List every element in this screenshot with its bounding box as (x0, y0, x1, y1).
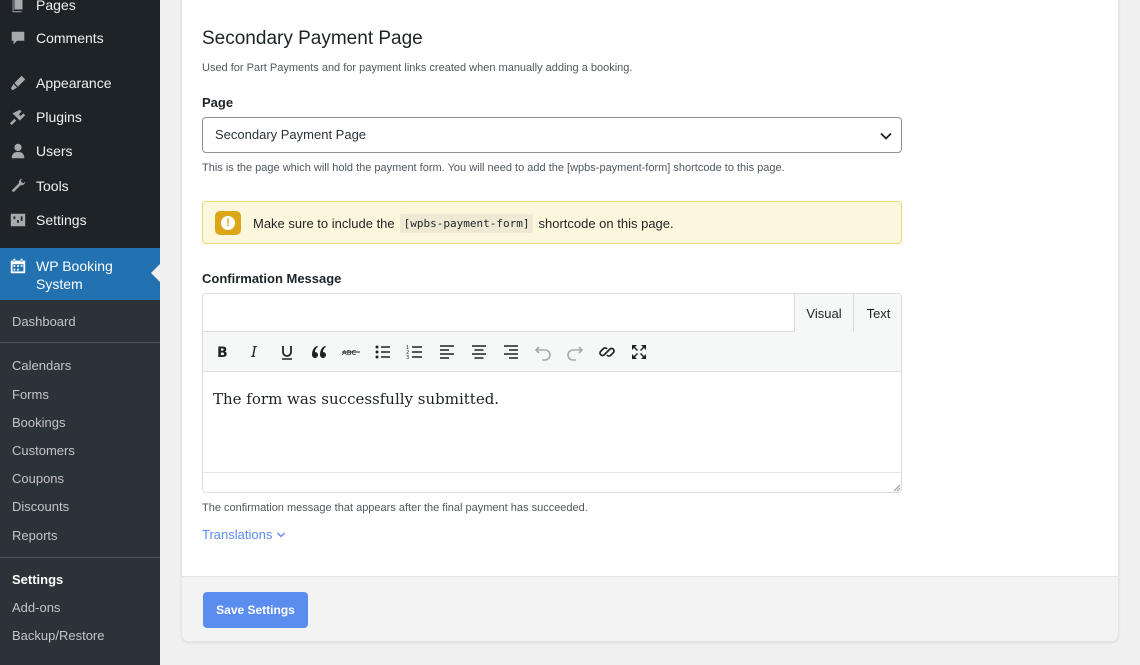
editor-statusbar (203, 472, 901, 492)
settings-icon (0, 211, 36, 229)
appearance-icon (0, 74, 36, 92)
sidebar-item-wp-booking-system[interactable]: WP Booking System (0, 248, 160, 300)
confirmation-label: Confirmation Message (202, 271, 342, 286)
sidebar-item-users[interactable]: Users (0, 134, 160, 168)
sidebar-item-label: Users (36, 143, 73, 159)
redo-icon[interactable] (565, 342, 585, 362)
page-field-label: Page (202, 95, 234, 110)
translations-toggle[interactable]: Translations (202, 527, 286, 542)
sidebar-item-label: Settings (36, 212, 87, 228)
sidebar-item-plugins[interactable]: Plugins (0, 100, 160, 134)
chevron-down-icon (880, 132, 892, 140)
notice-text-before: Make sure to include the (253, 216, 395, 231)
submenu-divider (0, 557, 160, 558)
submenu-backup-restore[interactable]: Backup/Restore (12, 628, 105, 643)
tab-text[interactable]: Text (853, 294, 901, 332)
sidebar-item-label: Tools (36, 178, 69, 194)
warning-icon: ! (215, 211, 241, 235)
fullscreen-icon[interactable] (629, 342, 649, 362)
section-description: Used for Part Payments and for payment l… (202, 62, 633, 74)
bullet-list-icon[interactable] (373, 342, 393, 362)
bold-icon[interactable]: B (213, 342, 233, 362)
users-icon (0, 142, 36, 160)
settings-panel: Secondary Payment Page Used for Part Pay… (181, 0, 1119, 642)
settings-footer (182, 576, 1118, 641)
submenu-calendars[interactable]: Calendars (12, 358, 71, 373)
submenu-discounts[interactable]: Discounts (12, 499, 69, 514)
svg-text:ABC: ABC (342, 349, 356, 357)
submenu-forms[interactable]: Forms (12, 387, 49, 402)
submenu-coupons[interactable]: Coupons (12, 471, 64, 486)
resize-handle-icon[interactable] (892, 483, 901, 492)
link-icon[interactable] (597, 342, 617, 362)
align-left-icon[interactable] (437, 342, 457, 362)
shortcode-notice: ! Make sure to include the [wpbs-payment… (202, 201, 902, 244)
numbered-list-icon[interactable]: 123 (405, 342, 425, 362)
submenu-dashboard[interactable]: Dashboard (12, 314, 76, 329)
submenu-divider (0, 342, 160, 343)
booking-submenu: Dashboard Calendars Forms Bookings Custo… (0, 300, 160, 665)
submenu-customers[interactable]: Customers (12, 443, 75, 458)
svg-text:I: I (250, 343, 258, 361)
calendar-icon (9, 257, 27, 279)
editor-content[interactable]: The form was successfully submitted. (213, 390, 499, 408)
editor-toolbar: B I ABC 123 (203, 332, 901, 372)
confirmation-help: The confirmation message that appears af… (202, 502, 588, 514)
sidebar-item-comments[interactable]: Comments (0, 21, 160, 55)
translations-label: Translations (202, 527, 273, 542)
sidebar-item-label: Comments (36, 30, 104, 46)
tools-icon (0, 177, 36, 195)
sidebar-item-tools[interactable]: Tools (0, 169, 160, 203)
blockquote-icon[interactable] (309, 342, 329, 362)
notice-text-after: shortcode on this page. (538, 216, 674, 231)
admin-sidebar: Pages Comments Appearance Plugins Users … (0, 0, 160, 665)
comments-icon (0, 29, 36, 47)
submenu-reports[interactable]: Reports (12, 528, 58, 543)
sidebar-item-label: Plugins (36, 109, 82, 125)
confirmation-editor: Visual Text B I ABC 123 The form was suc… (202, 293, 902, 493)
plugins-icon (0, 108, 36, 126)
page-select-value: Secondary Payment Page (215, 127, 367, 142)
sidebar-item-label: Pages (36, 0, 76, 13)
pages-icon (0, 0, 36, 14)
sidebar-item-appearance[interactable]: Appearance (0, 66, 160, 100)
editor-tabs: Visual Text (203, 294, 901, 332)
submenu-addons[interactable]: Add-ons (12, 600, 60, 615)
notice-shortcode: [wpbs-payment-form] (399, 214, 534, 233)
svg-text:B: B (217, 345, 228, 361)
section-title: Secondary Payment Page (202, 28, 423, 49)
undo-icon[interactable] (533, 342, 553, 362)
chevron-down-icon (277, 532, 286, 537)
align-right-icon[interactable] (501, 342, 521, 362)
sidebar-item-label: Appearance (36, 75, 112, 91)
save-settings-button[interactable]: Save Settings (203, 592, 308, 628)
sidebar-item-label: WP Booking System (36, 258, 113, 292)
strikethrough-icon[interactable]: ABC (341, 342, 361, 362)
italic-icon[interactable]: I (245, 342, 265, 362)
page-field-help: This is the page which will hold the pay… (202, 162, 785, 174)
underline-icon[interactable] (277, 342, 297, 362)
svg-text:3: 3 (406, 355, 409, 361)
page-select[interactable]: Secondary Payment Page (202, 117, 902, 153)
sidebar-item-pages[interactable]: Pages (0, 0, 160, 22)
submenu-settings[interactable]: Settings (12, 572, 63, 587)
align-center-icon[interactable] (469, 342, 489, 362)
current-menu-arrow (151, 264, 160, 282)
tab-visual[interactable]: Visual (794, 294, 853, 332)
submenu-bookings[interactable]: Bookings (12, 415, 65, 430)
sidebar-item-settings[interactable]: Settings (0, 203, 160, 237)
